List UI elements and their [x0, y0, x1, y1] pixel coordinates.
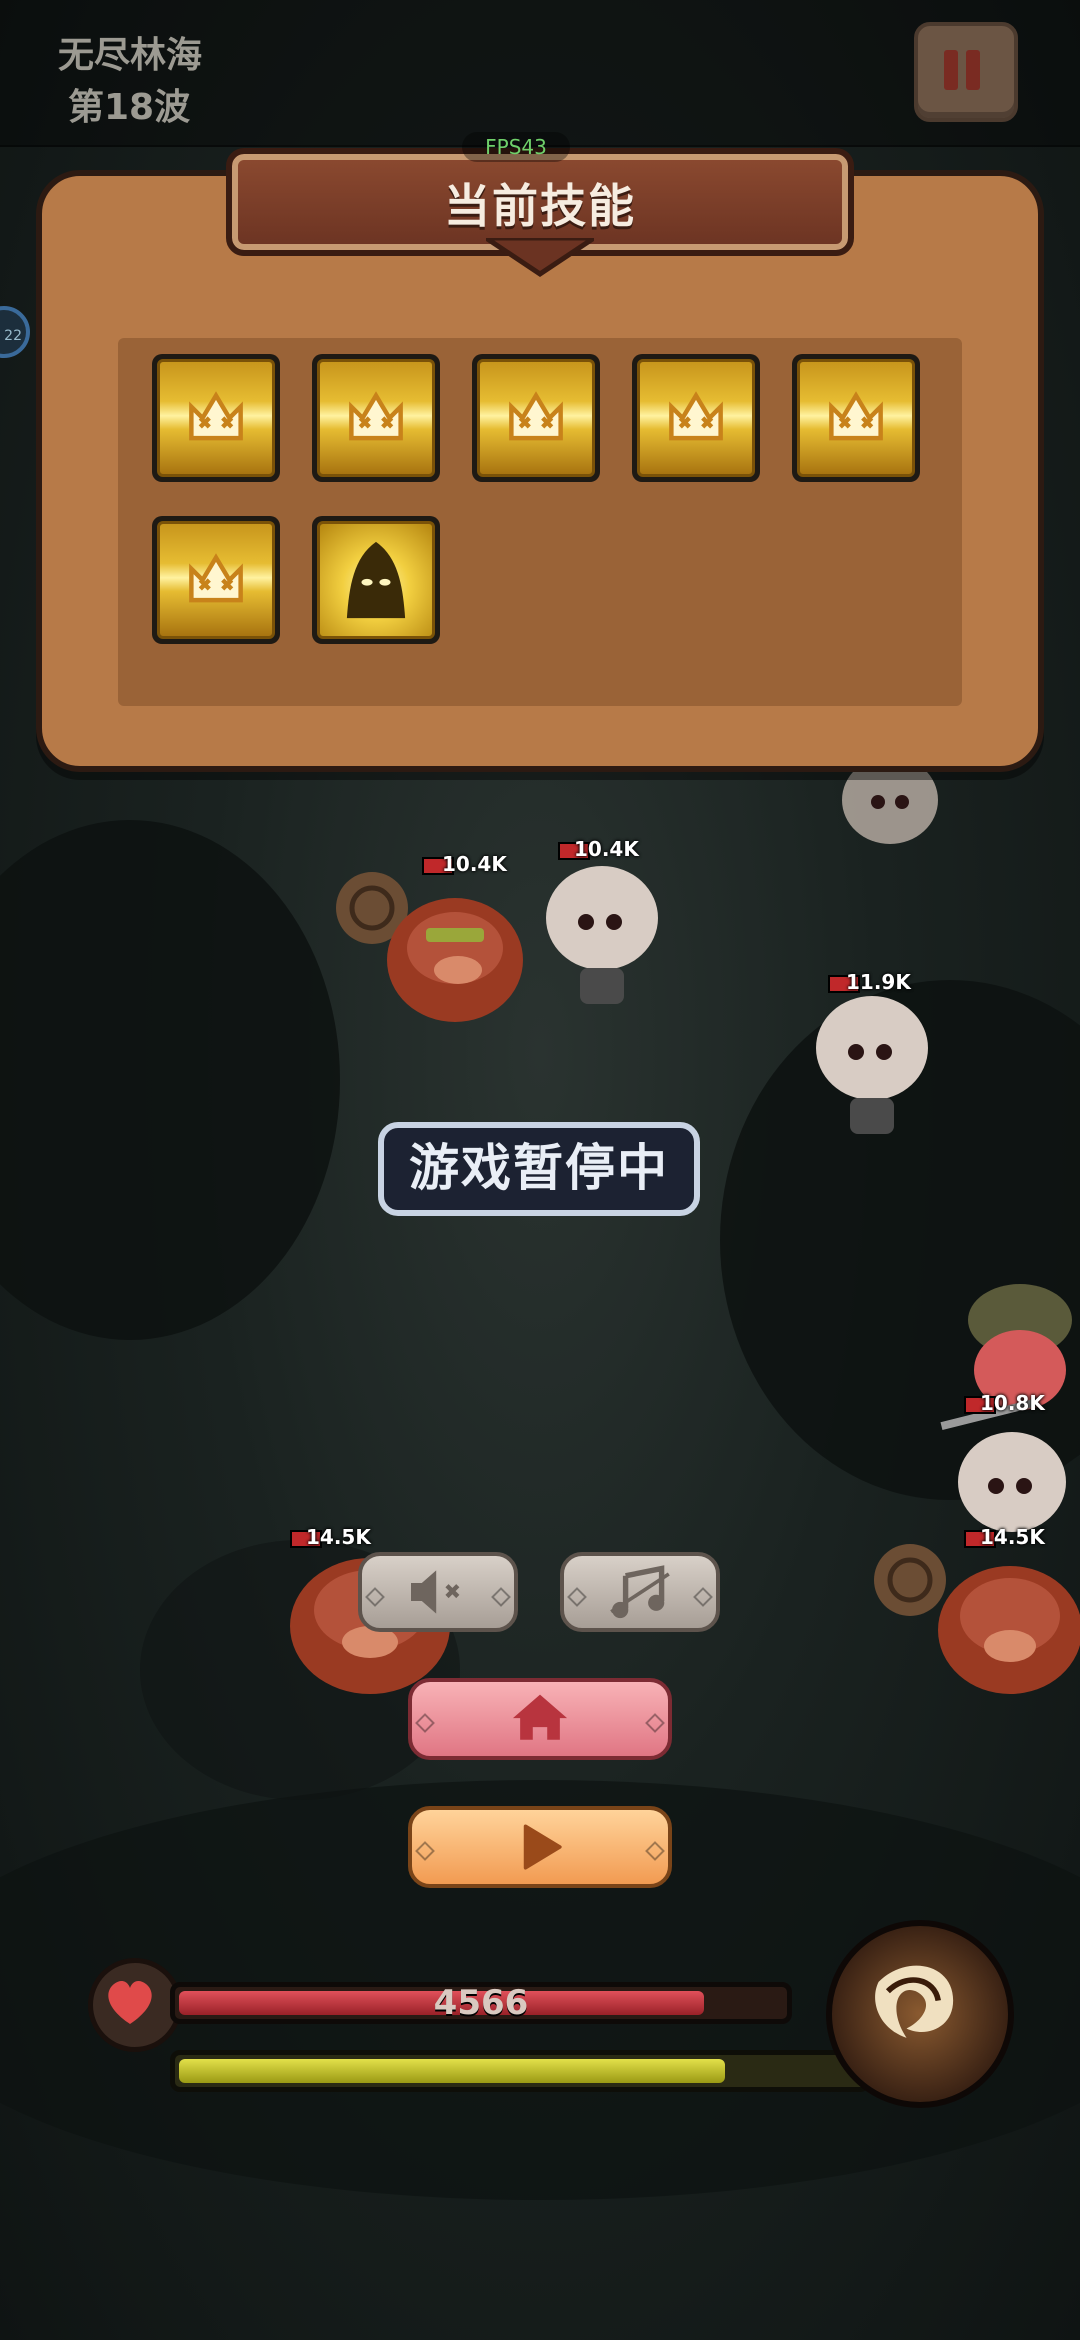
play-icon: [523, 1824, 562, 1870]
player-xp-bar: [170, 2050, 870, 2092]
enemy-hp-label: 10.8K: [980, 1391, 1045, 1415]
panel-title: 当前技能: [444, 179, 636, 233]
enemy-hp-label: 14.5K: [980, 1525, 1045, 1549]
boar-enemy: [874, 1544, 1080, 1694]
home-icon: [512, 1694, 568, 1740]
dragon-icon: [875, 1965, 954, 2038]
skill-slot[interactable]: [312, 516, 440, 644]
crown-x-icon: [477, 359, 595, 477]
resume-button[interactable]: [408, 1806, 672, 1888]
heart-icon: [88, 1958, 182, 2052]
ultimate-skill-button[interactable]: [826, 1920, 1014, 2108]
skeleton-enemy: [546, 866, 658, 1004]
pause-icon: [966, 50, 980, 90]
skill-slot[interactable]: [152, 354, 280, 482]
home-button[interactable]: [408, 1678, 672, 1760]
crown-x-icon: [157, 521, 275, 639]
skill-grid: [118, 338, 962, 706]
banner-tip: [486, 238, 594, 278]
paused-label: 游戏暂停中: [378, 1122, 700, 1216]
skill-slot[interactable]: [632, 354, 760, 482]
skeleton-enemy: [816, 996, 928, 1134]
crown-x-icon: [317, 359, 435, 477]
skill-slot[interactable]: [312, 354, 440, 482]
crown-x-icon: [797, 359, 915, 477]
pause-button[interactable]: [914, 22, 1018, 122]
mute-icon: [411, 1570, 460, 1614]
hooded-figure-icon: [317, 521, 435, 639]
fps-counter: FPS43: [462, 132, 570, 162]
crown-x-icon: [157, 359, 275, 477]
crown-x-icon: [637, 359, 755, 477]
stage-name: 无尽林海: [58, 35, 203, 76]
player-hp-value: 4566: [433, 1983, 529, 2023]
pause-icon: [944, 50, 958, 90]
enemy-hp-label: 14.5K: [306, 1525, 371, 1549]
enemy-hp-label: 10.4K: [574, 837, 639, 861]
foliage: [0, 820, 340, 1340]
wave-counter: 第18波: [68, 87, 191, 128]
music-button[interactable]: [560, 1552, 720, 1632]
skill-slot[interactable]: [472, 354, 600, 482]
boar-enemy: [336, 872, 523, 1022]
enemy-hp-label: 11.9K: [846, 970, 911, 994]
enemy-hp-label: 10.4K: [442, 852, 507, 876]
skill-slot[interactable]: [792, 354, 920, 482]
mute-button[interactable]: [358, 1552, 518, 1632]
player-xp-fill: [179, 2059, 725, 2083]
skill-slot[interactable]: [152, 516, 280, 644]
music-off-icon: [610, 1565, 670, 1619]
